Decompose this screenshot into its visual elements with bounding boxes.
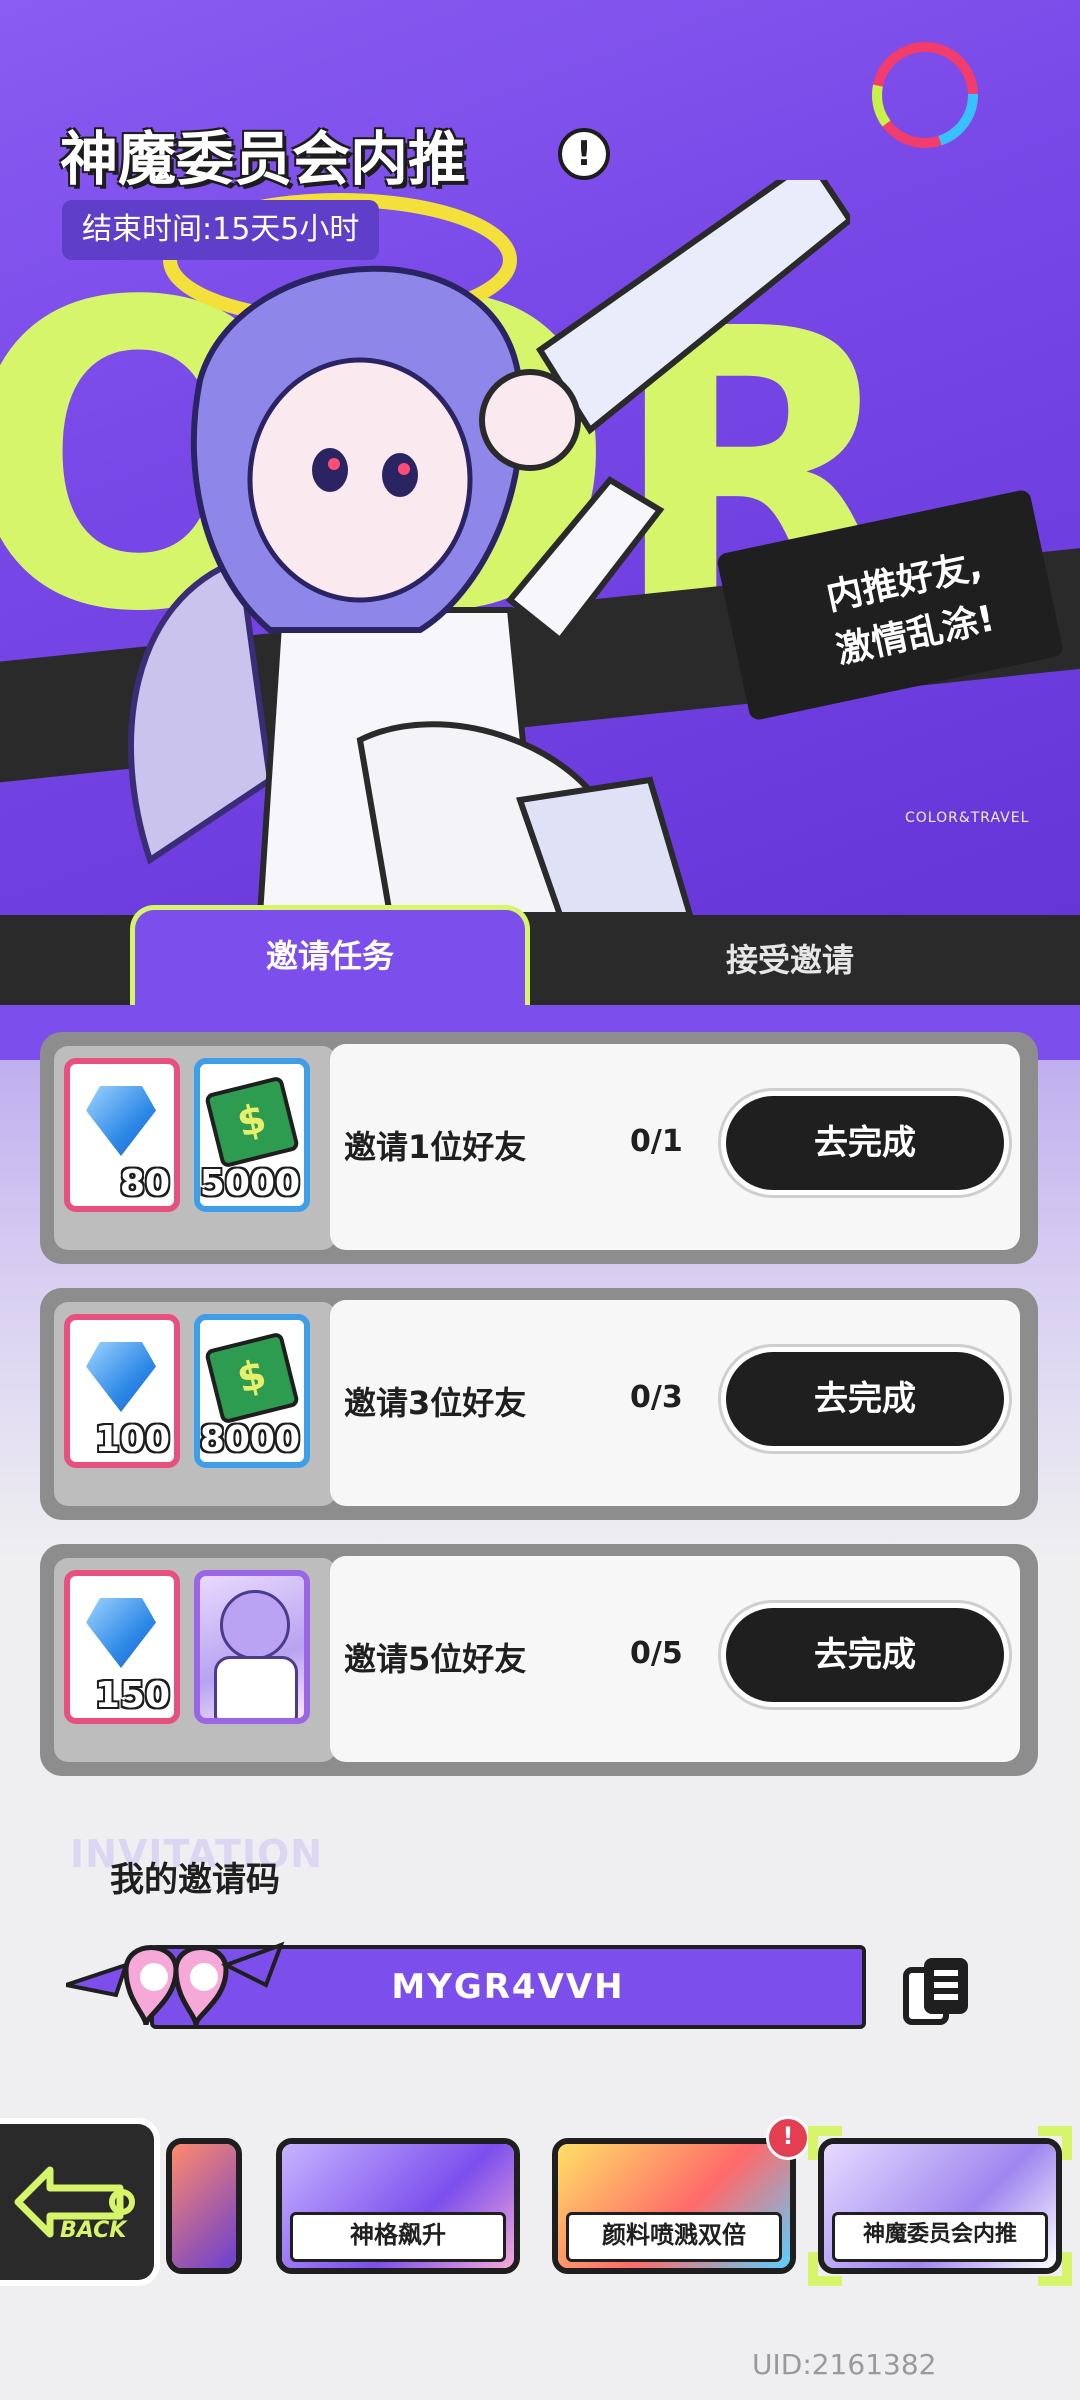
copy-icon[interactable]: [900, 1952, 978, 2030]
reward-quantity: 8000: [199, 1419, 300, 1460]
info-icon[interactable]: !: [558, 128, 610, 180]
nav-card-label: 神魔委员会内推: [832, 2212, 1048, 2262]
task-progress: 0/1: [630, 1124, 683, 1159]
notification-badge: !: [766, 2116, 810, 2160]
nav-card-label: 颜料喷溅双倍: [566, 2212, 782, 2262]
invitation-code[interactable]: MYGR4VVH: [150, 1945, 866, 2029]
nav-card-paint-double[interactable]: 颜料喷溅双倍: [552, 2138, 796, 2274]
selection-corner: [808, 2126, 842, 2160]
task-card: 80 $ 5000 邀请1位好友 0/1 去完成: [40, 1032, 1038, 1264]
nav-card-label: 神格飙升: [290, 2212, 506, 2262]
selection-corner: [1038, 2252, 1072, 2286]
reward-quantity: 150: [94, 1675, 170, 1716]
character-avatar-icon: [220, 1590, 290, 1660]
cash-icon: $: [203, 1075, 301, 1169]
brand-mark: COLOR&TRAVEL: [905, 810, 1030, 826]
reward-gem[interactable]: 100: [64, 1314, 180, 1468]
gem-icon: [86, 1086, 156, 1156]
tab-invite-tasks[interactable]: 邀请任务: [130, 905, 530, 1005]
page-title: 神魔委员会内推: [60, 125, 467, 193]
reward-character-avatar[interactable]: [194, 1570, 310, 1724]
reward-cash[interactable]: $ 5000: [194, 1058, 310, 1212]
reward-quantity: 100: [94, 1419, 170, 1460]
task-card: 150 邀请5位好友 0/5 去完成: [40, 1544, 1038, 1776]
selection-corner: [1038, 2126, 1072, 2160]
task-label: 邀请3位好友: [344, 1384, 527, 1422]
reward-gem[interactable]: 80: [64, 1058, 180, 1212]
selection-corner: [808, 2252, 842, 2286]
task-label: 邀请1位好友: [344, 1128, 527, 1166]
reward-gem[interactable]: 150: [64, 1570, 180, 1724]
gun-ring-decoration: [872, 42, 978, 148]
reward-quantity: 5000: [199, 1163, 300, 1204]
user-id: UID:2161382: [752, 2348, 937, 2381]
invitation-code-title: 我的邀请码: [110, 1860, 280, 1900]
task-progress: 0/5: [630, 1636, 683, 1671]
go-complete-button[interactable]: 去完成: [726, 1352, 1004, 1446]
reward-quantity: 80: [119, 1163, 170, 1204]
task-label: 邀请5位好友: [344, 1640, 527, 1678]
gem-icon: [86, 1598, 156, 1668]
nav-card-committee-referral[interactable]: 神魔委员会内推: [818, 2138, 1062, 2274]
back-label: BACK: [60, 2218, 127, 2243]
reward-cash[interactable]: $ 8000: [194, 1314, 310, 1468]
end-time-label: 结束时间:15天5小时: [62, 200, 380, 260]
go-complete-button[interactable]: 去完成: [726, 1608, 1004, 1702]
nav-card-divinity-rise[interactable]: 神格飙升: [276, 2138, 520, 2274]
tab-accept-invitation[interactable]: 接受邀请: [560, 915, 1020, 1005]
avatar-body: [214, 1656, 298, 1718]
task-card: 100 $ 8000 邀请3位好友 0/3 去完成: [40, 1288, 1038, 1520]
go-complete-button[interactable]: 去完成: [726, 1096, 1004, 1190]
character-illustration: [128, 180, 850, 915]
gem-icon: [86, 1342, 156, 1412]
cash-icon: $: [203, 1331, 301, 1425]
nav-card-art: [172, 2144, 236, 2268]
back-button[interactable]: [0, 2118, 160, 2286]
nav-card-partial[interactable]: [166, 2138, 242, 2274]
task-progress: 0/3: [630, 1380, 683, 1415]
